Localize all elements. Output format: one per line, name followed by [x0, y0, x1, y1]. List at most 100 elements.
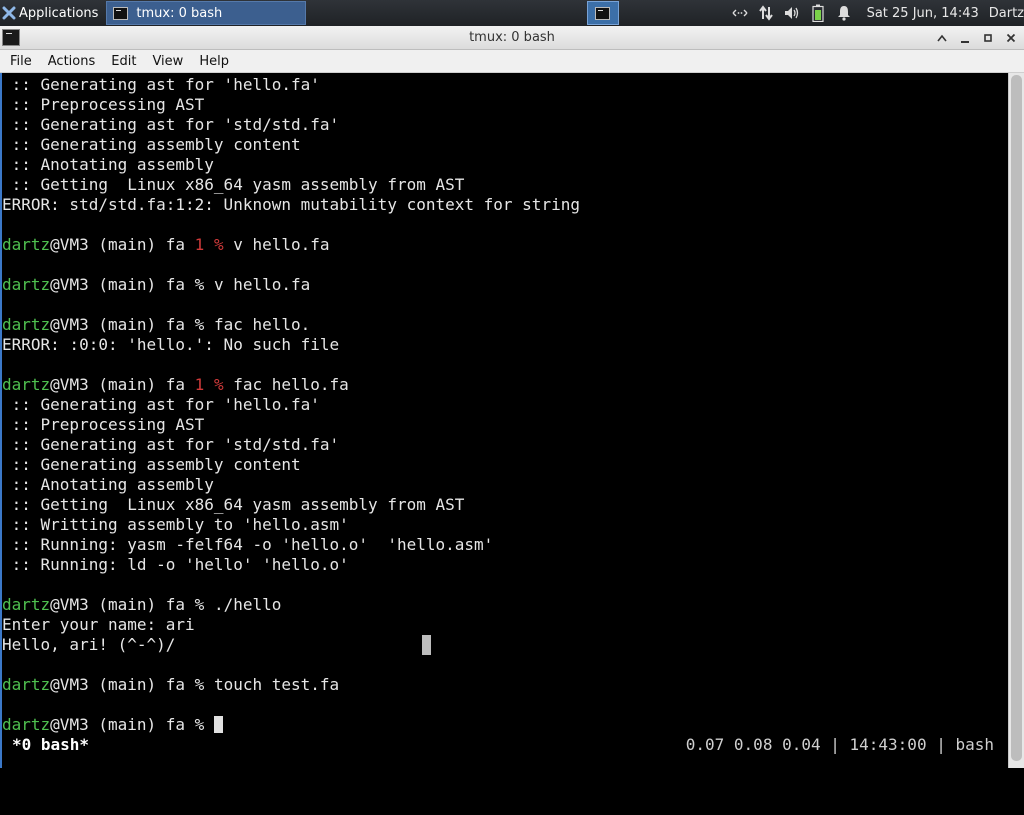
terminal-icon: [595, 6, 611, 20]
prompt-line: dartz@VM3 (main) fa % fac hello.: [2, 315, 580, 335]
tmux-status-right: 0.07 0.08 0.04 | 14:43:00 | bash: [685, 735, 994, 754]
command-text: fac hello.fa: [233, 375, 349, 394]
prompt-user: dartz: [2, 375, 51, 394]
applications-menu-button[interactable]: Applications: [0, 0, 102, 26]
output-line: :: Generating ast for 'hello.fa': [2, 75, 320, 94]
command-text: v hello.fa: [213, 275, 311, 294]
menu-help[interactable]: Help: [191, 54, 237, 69]
close-icon[interactable]: [999, 28, 1022, 48]
prompt-user: dartz: [2, 275, 51, 294]
tmux-status-bar: *0 bash* 0.07 0.08 0.04 | 14:43:00 | bas…: [2, 735, 1008, 755]
output-line: :: Preprocessing AST: [2, 95, 205, 114]
prompt-symbol: %: [194, 275, 214, 294]
prompt-user: dartz: [2, 595, 51, 614]
user-menu[interactable]: Dartz: [989, 6, 1024, 21]
bell-icon[interactable]: [833, 2, 855, 24]
tmux-window-label[interactable]: *0 bash*: [12, 735, 89, 755]
menu-file[interactable]: File: [2, 54, 40, 69]
terminal-area[interactable]: :: Generating ast for 'hello.fa' :: Prep…: [0, 73, 1008, 768]
output-line: :: Generating assembly content: [2, 455, 301, 474]
prompt-user: dartz: [2, 715, 51, 734]
scrollbar-thumb[interactable]: [1011, 75, 1022, 761]
prompt-line: dartz@VM3 (main) fa 1 % fac hello.fa: [2, 375, 580, 395]
prompt-user: dartz: [2, 675, 51, 694]
prompt-user: dartz: [2, 235, 51, 254]
prompt-symbol: %: [194, 595, 214, 614]
output-line: :: Getting Linux x86_64 yasm assembly fr…: [2, 175, 465, 194]
prompt-line: dartz@VM3 (main) fa 1 % v hello.fa: [2, 235, 580, 255]
menu-edit[interactable]: Edit: [103, 54, 144, 69]
prompt-host-dir: @VM3 (main) fa: [50, 675, 195, 694]
prompt-host-dir: @VM3 (main) fa: [50, 375, 195, 394]
exit-code: 1: [194, 235, 214, 254]
terminal-cursor: [213, 716, 223, 733]
taskbar-item-label: tmux: 0 bash: [136, 5, 223, 21]
output-line: :: Running: yasm -felf64 -o 'hello.o' 'h…: [2, 535, 494, 554]
menu-actions[interactable]: Actions: [40, 54, 104, 69]
prompt-symbol: %: [194, 675, 214, 694]
prompt-user: dartz: [2, 315, 51, 334]
menu-view[interactable]: View: [144, 54, 191, 69]
terminal-output: :: Generating ast for 'hello.fa' :: Prep…: [2, 75, 580, 735]
system-tray: [727, 0, 857, 26]
prompt-host-dir: @VM3 (main) fa: [50, 315, 195, 334]
transfer-icon[interactable]: [755, 2, 777, 24]
top-panel: Applications tmux: 0 bash Sat 25 Jun, 14…: [0, 0, 1024, 26]
prompt-line: dartz@VM3 (main) fa % v hello.fa: [2, 275, 580, 295]
terminal-launcher-button[interactable]: [586, 1, 619, 25]
prompt-host-dir: @VM3 (main) fa: [50, 715, 195, 734]
output-line: :: Generating ast for 'hello.fa': [2, 395, 320, 414]
command-text: ./hello: [213, 595, 282, 614]
output-line: :: Writting assembly to 'hello.asm': [2, 515, 349, 534]
prompt-line: dartz@VM3 (main) fa % ./hello: [2, 595, 580, 615]
command-text: touch test.fa: [213, 675, 340, 694]
output-line: ERROR: :0:0: 'hello.': No such file: [2, 335, 340, 354]
command-text: v hello.fa: [233, 235, 330, 254]
prompt-symbol: %: [213, 375, 234, 394]
prompt-line: dartz@VM3 (main) fa %: [2, 715, 580, 735]
output-line: :: Generating assembly content: [2, 135, 301, 154]
menu-bar: File Actions Edit View Help: [0, 50, 1024, 73]
window-title: tmux: 0 bash: [469, 30, 555, 45]
prompt-symbol: %: [194, 715, 214, 734]
output-line: :: Preprocessing AST: [2, 415, 205, 434]
output-line: :: Generating ast for 'std/std.fa': [2, 115, 340, 134]
xfce-logo-icon: [2, 6, 16, 20]
prompt-host-dir: @VM3 (main) fa: [50, 595, 195, 614]
taskbar-item-tmux[interactable]: tmux: 0 bash: [106, 1, 307, 25]
output-line: :: Getting Linux x86_64 yasm assembly fr…: [2, 495, 465, 514]
maximize-icon[interactable]: [976, 28, 999, 48]
terminal-scrollbar[interactable]: [1008, 73, 1024, 768]
prompt-line: dartz@VM3 (main) fa % touch test.fa: [2, 675, 580, 695]
output-line: :: Anotating assembly: [2, 155, 214, 174]
command-text: fac hello.: [213, 315, 311, 334]
prompt-symbol: %: [194, 315, 214, 334]
window-controls: [930, 28, 1022, 48]
volume-icon[interactable]: [781, 2, 803, 24]
output-line: :: Anotating assembly: [2, 475, 214, 494]
window-titlebar[interactable]: tmux: 0 bash: [0, 26, 1024, 50]
panel-clock[interactable]: Sat 25 Jun, 14:43: [867, 6, 979, 21]
output-line: :: Running: ld -o 'hello' 'hello.o': [2, 555, 349, 574]
terminal-icon: [113, 6, 129, 20]
output-line: Hello, ari! (^-^)/: [2, 635, 176, 654]
prompt-host-dir: @VM3 (main) fa: [50, 235, 195, 254]
output-line: ERROR: std/std.fa:1:2: Unknown mutabilit…: [2, 195, 580, 214]
prompt-host-dir: @VM3 (main) fa: [50, 275, 195, 294]
output-line: Enter your name: ari: [2, 615, 195, 634]
stray-cursor-block: [422, 635, 431, 655]
output-line: :: Generating ast for 'std/std.fa': [2, 435, 340, 454]
applications-label: Applications: [19, 5, 99, 21]
network-arrows-icon[interactable]: [729, 2, 751, 24]
battery-icon[interactable]: [807, 2, 829, 24]
minimize-icon[interactable]: [953, 28, 976, 48]
shade-up-icon[interactable]: [930, 28, 953, 48]
prompt-symbol: %: [213, 235, 234, 254]
